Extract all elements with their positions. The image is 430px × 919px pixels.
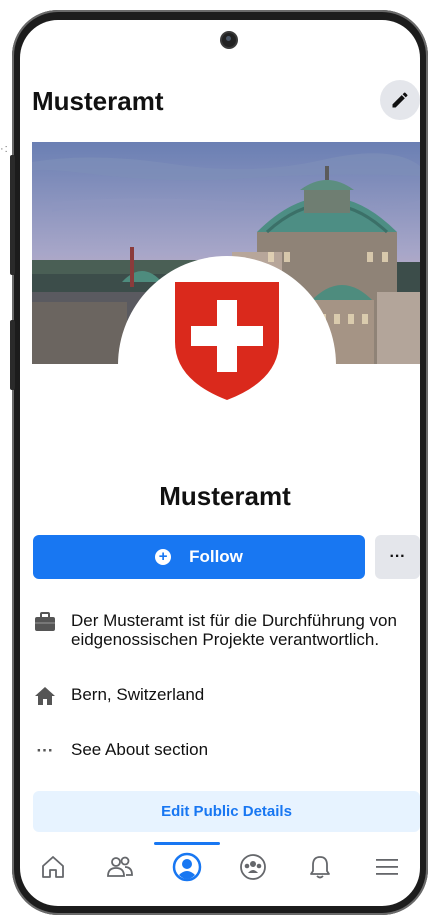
plus-circle-icon: + — [155, 549, 172, 565]
nav-friends[interactable] — [95, 845, 145, 889]
nav-profile[interactable] — [153, 842, 220, 889]
front-camera — [222, 33, 236, 47]
location-text: Bern, Switzerland — [71, 685, 205, 704]
volume-button — [10, 155, 15, 275]
nav-notifications[interactable] — [295, 845, 345, 889]
more-dots-icon: ··· — [389, 548, 406, 565]
location-row: Bern, Switzerland — [33, 685, 204, 707]
notifications-icon — [310, 856, 330, 879]
more-options-button[interactable]: ··· — [375, 535, 420, 579]
see-about-row[interactable]: ··· See About section — [33, 740, 209, 762]
home-icon — [42, 856, 65, 878]
follow-label: Follow — [189, 547, 243, 566]
house-icon — [33, 685, 57, 707]
briefcase-icon — [33, 611, 57, 633]
nav-home[interactable] — [28, 845, 78, 889]
about-description: Der Musteramt ist für die Durchführung v… — [71, 611, 397, 649]
power-button — [10, 320, 15, 390]
friends-icon — [107, 856, 133, 877]
page-title: Musteramt — [32, 86, 164, 116]
about-description-row: Der Musteramt ist für die Durchführung v… — [33, 611, 401, 649]
edit-public-details-button[interactable]: Edit Public Details — [33, 791, 420, 832]
follow-button[interactable]: + Follow — [33, 535, 365, 579]
groups-icon — [240, 854, 267, 880]
nav-menu[interactable] — [362, 845, 412, 889]
profile-icon — [172, 852, 201, 882]
bottom-nav — [20, 842, 420, 892]
menu-icon — [375, 859, 398, 875]
edge-dots: ·: — [0, 143, 9, 155]
profile-name: Musteramt — [159, 481, 291, 511]
pencil-icon — [392, 92, 408, 108]
edit-pencil-button[interactable] — [380, 80, 420, 120]
nav-groups[interactable] — [228, 845, 278, 889]
swiss-coat-of-arms — [175, 282, 279, 400]
ellipsis-icon: ··· — [36, 741, 54, 760]
profile-avatar[interactable] — [118, 256, 336, 474]
see-about-link[interactable]: See About section — [71, 740, 208, 760]
